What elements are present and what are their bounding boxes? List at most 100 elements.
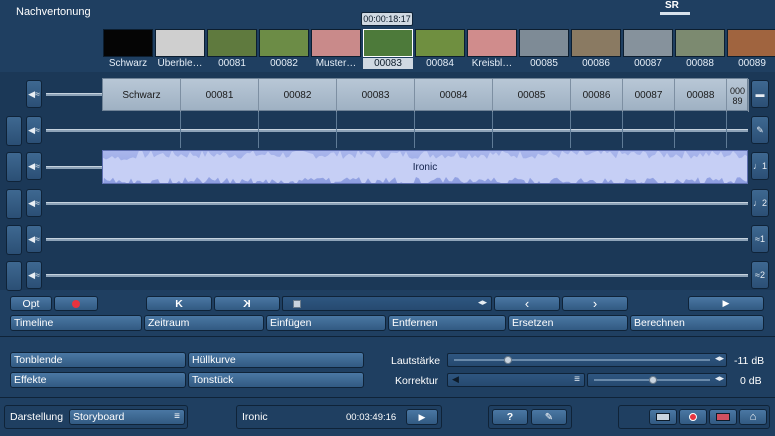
effekte-button[interactable]: Effekte bbox=[10, 372, 186, 388]
korrektur-slider[interactable]: ◂▸ bbox=[587, 373, 727, 387]
wrench-icon: ✎ bbox=[544, 411, 554, 423]
help-icon: ? bbox=[506, 411, 514, 423]
track-4-mute-button[interactable]: ◀≈ bbox=[26, 189, 42, 217]
track-4-options-button[interactable] bbox=[6, 189, 22, 219]
track-tick bbox=[336, 112, 337, 148]
help-button[interactable]: ? bbox=[492, 409, 528, 425]
track-tick bbox=[674, 112, 675, 148]
video-clip[interactable]: 00081 bbox=[181, 79, 259, 112]
jump-start-button[interactable]: K bbox=[146, 296, 212, 311]
lautstaerke-slider[interactable]: ◂▸ bbox=[447, 353, 727, 367]
thumbnail-2[interactable] bbox=[207, 29, 257, 57]
tonblende-button[interactable]: Tonblende bbox=[10, 352, 186, 368]
position-scrollbar[interactable]: ◂▸ bbox=[282, 296, 492, 311]
video-clip[interactable]: 00087 bbox=[623, 79, 675, 112]
opt-button[interactable]: Opt bbox=[10, 296, 52, 311]
video-clip[interactable]: 00089 bbox=[727, 79, 749, 112]
video-clip[interactable]: 00082 bbox=[259, 79, 337, 112]
video-clip[interactable]: 00088 bbox=[675, 79, 727, 112]
track-type-icon: ▬ bbox=[755, 89, 765, 99]
thumbnail-11[interactable] bbox=[675, 29, 725, 57]
video-clip[interactable]: 00083 bbox=[337, 79, 415, 112]
video-clip[interactable]: 00086 bbox=[571, 79, 623, 112]
track-assign-label: ≈1 bbox=[755, 234, 765, 244]
home-button[interactable]: ⌂ bbox=[739, 409, 767, 425]
menu-einfügen[interactable]: Einfügen bbox=[266, 315, 386, 331]
clip-play-button[interactable]: ▶ bbox=[406, 409, 438, 425]
audio-track-label: Ironic bbox=[412, 162, 438, 173]
video-clip[interactable]: 00085 bbox=[493, 79, 571, 112]
track-tick bbox=[258, 112, 259, 148]
play-button[interactable]: ▶ bbox=[688, 296, 764, 311]
track-5-assign-button[interactable]: ≈1 bbox=[751, 225, 769, 253]
thumbnail-12[interactable] bbox=[727, 29, 775, 57]
track-2-mute-button[interactable]: ◀≈ bbox=[26, 116, 42, 144]
track-1-mute-button[interactable]: ◀≈ bbox=[26, 80, 42, 108]
track-2-options-button[interactable] bbox=[6, 116, 22, 146]
thumbnail-1[interactable] bbox=[155, 29, 205, 57]
jump-start-icon: K bbox=[175, 297, 183, 310]
menu-ersetzen[interactable]: Ersetzen bbox=[508, 315, 628, 331]
thumbnail-label: Kreisbl… bbox=[471, 58, 513, 69]
record-button[interactable] bbox=[54, 296, 98, 311]
track-2-assign-button[interactable]: ✎ bbox=[751, 116, 769, 144]
tonstueck-button[interactable]: Tonstück bbox=[188, 372, 364, 388]
audio-track-ironic[interactable]: Ironic bbox=[102, 150, 748, 184]
audio-track-line bbox=[46, 166, 102, 169]
menu-timeline[interactable]: Timeline bbox=[10, 315, 142, 331]
track-5-mute-button[interactable]: ◀≈ bbox=[26, 225, 42, 253]
jump-end-button[interactable]: K bbox=[214, 296, 280, 311]
track-assign-label: ♩1 bbox=[752, 161, 767, 171]
track-3-options-button[interactable] bbox=[6, 152, 22, 182]
thumbnail-8[interactable] bbox=[519, 29, 569, 57]
speaker-icon: ◀≈ bbox=[28, 269, 40, 280]
menu-berechnen[interactable]: Berechnen bbox=[630, 315, 764, 331]
thumbnail-10[interactable] bbox=[623, 29, 673, 57]
thumbnail-label: 00087 bbox=[634, 58, 662, 69]
thumbnail-6[interactable] bbox=[415, 29, 465, 57]
thumbnail-0[interactable] bbox=[103, 29, 153, 57]
track-tick bbox=[180, 112, 181, 148]
darstellung-dropdown[interactable]: Storyboard ≡ bbox=[69, 409, 185, 425]
storyboard-view-button[interactable] bbox=[649, 409, 677, 425]
video-track[interactable]: Schwarz 00081 00082 00083 00084 00085 00086 000… bbox=[102, 78, 749, 112]
darstellung-value: Storyboard bbox=[73, 411, 125, 423]
menu-entfernen[interactable]: Entfernen bbox=[388, 315, 506, 331]
track-3-mute-button[interactable]: ◀≈ bbox=[26, 152, 42, 180]
lautstaerke-label: Lautstärke bbox=[391, 355, 441, 367]
huellkurve-button[interactable]: Hüllkurve bbox=[188, 352, 364, 368]
thumbnail-7[interactable] bbox=[467, 29, 517, 57]
korrektur-knob[interactable] bbox=[649, 376, 657, 384]
track-tick bbox=[492, 112, 493, 148]
video-clip[interactable]: 00084 bbox=[415, 79, 493, 112]
edit-view-button[interactable] bbox=[709, 409, 737, 425]
track-6-options-button[interactable] bbox=[6, 261, 22, 291]
track-6-assign-button[interactable]: ≈2 bbox=[751, 261, 769, 289]
next-frame-button[interactable]: › bbox=[562, 296, 628, 311]
track-4-assign-button[interactable]: ♩2 bbox=[751, 189, 769, 217]
play-icon-2: ▶ bbox=[418, 411, 426, 422]
record-view-button[interactable] bbox=[679, 409, 707, 425]
track-1-assign-button[interactable]: ▬ bbox=[751, 80, 769, 108]
video-clip[interactable]: Schwarz bbox=[103, 79, 181, 112]
menu-zeitraum[interactable]: Zeitraum bbox=[144, 315, 264, 331]
tools-button[interactable]: ✎ bbox=[531, 409, 567, 425]
lautstaerke-knob[interactable] bbox=[504, 356, 512, 364]
list-icon: ≡ bbox=[574, 374, 580, 385]
track-3-assign-button[interactable]: ♩1 bbox=[751, 152, 769, 180]
track-assign-label: ♩2 bbox=[752, 198, 767, 208]
track-tick bbox=[622, 112, 623, 148]
korrektur-selector[interactable]: ◀ ≡ bbox=[447, 373, 585, 387]
scrollbar-handle[interactable] bbox=[293, 300, 301, 308]
track-5-options-button[interactable] bbox=[6, 225, 22, 255]
thumbnail-3[interactable] bbox=[259, 29, 309, 57]
thumbnail-9[interactable] bbox=[571, 29, 621, 57]
prev-frame-button[interactable]: ‹ bbox=[494, 296, 560, 311]
sr-badge-line bbox=[660, 12, 690, 15]
thumbnail-5[interactable] bbox=[363, 29, 413, 57]
thumbnail-label: 00084 bbox=[426, 58, 454, 69]
thumbnail-label: Schwarz bbox=[108, 58, 148, 69]
thumbnail-4[interactable] bbox=[311, 29, 361, 57]
speaker-icon: ◀≈ bbox=[28, 88, 40, 99]
track-6-mute-button[interactable]: ◀≈ bbox=[26, 261, 42, 289]
